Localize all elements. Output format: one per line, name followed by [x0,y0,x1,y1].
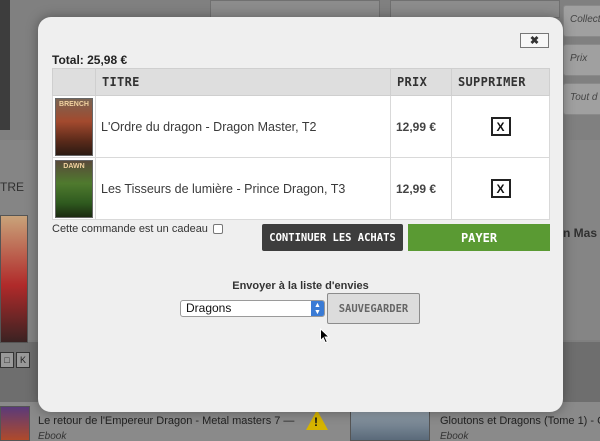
bg-section-word: TRE [0,180,24,194]
cover-cell: BRENCH [52,95,96,158]
cart-modal: ✖ Total: 25,98 € TITRE PRIX SUPPRIMER BR… [38,17,563,412]
item-price: 12,99 € [390,157,452,220]
bg-left-panel [0,0,10,130]
save-wishlist-button[interactable]: SAUVEGARDER [327,293,420,324]
bg-tab-collect[interactable]: Collect [563,5,600,37]
delete-button[interactable]: X [490,117,511,136]
bg-book-title[interactable]: Le retour de l'Empereur Dragon - Metal m… [38,415,294,427]
wishlist-label: Envoyer à la liste d'envies [232,280,369,292]
cart-header-row: TITRE PRIX SUPPRIMER [52,68,550,96]
book-cover[interactable]: DAWN [55,159,93,218]
cover-cell: DAWN [52,157,96,220]
cover-text: BRENCH [59,100,89,108]
gift-label: Cette commande est un cadeau [52,223,208,235]
total-label: Total: [52,53,84,67]
delete-button[interactable]: X [490,179,511,198]
item-title[interactable]: L'Ordre du dragon - Dragon Master, T2 [95,95,391,158]
cart-total: Total: 25,98 € [52,53,127,67]
delete-cell: X [451,95,550,158]
bg-book-cover[interactable] [0,215,28,343]
book-cover[interactable]: BRENCH [55,97,93,156]
continue-shopping-button[interactable]: CONTINUER LES ACHATS [262,224,403,251]
mouse-cursor-icon [320,328,331,344]
pay-button[interactable]: PAYER [408,224,550,251]
bg-top-tile [210,0,380,18]
cover-text: DAWN [63,162,85,170]
bg-book-format: Ebook [440,431,469,441]
bg-tab-prix[interactable]: Prix [563,44,600,76]
delete-column-header: SUPPRIMER [451,68,550,96]
item-title[interactable]: Les Tisseurs de lumière - Prince Dragon,… [95,157,391,220]
total-value: 25,98 € [87,53,128,67]
cart-table: TITRE PRIX SUPPRIMER BRENCH L'Ordre du d… [52,68,550,220]
select-arrows-icon: ▲ ▼ [311,301,324,316]
wishlist-select[interactable]: Dragons ▲ ▼ [180,300,325,317]
bg-tab-tout[interactable]: Tout d [563,83,600,115]
warning-icon: ! [306,410,328,430]
price-column-header: PRIX [390,68,452,96]
close-icon: ✖ [529,35,540,47]
item-price: 12,99 € [390,95,452,158]
gift-option[interactable]: Cette commande est un cadeau [52,223,223,235]
gift-checkbox[interactable] [212,224,223,234]
close-button[interactable]: ✖ [520,33,549,48]
wishlist-selected-value: Dragons [186,301,232,315]
bg-small-button[interactable]: □ [0,352,14,368]
bg-book-format: Ebook [38,431,67,441]
cover-column-header [52,68,96,96]
bg-small-button[interactable]: K [16,352,30,368]
bg-book-cover[interactable] [0,406,30,441]
title-column-header: TITRE [95,68,391,96]
delete-cell: X [451,157,550,220]
table-row: DAWN Les Tisseurs de lumière - Prince Dr… [52,157,550,220]
bg-book-word: n Mas [563,226,598,240]
bg-top-tile [390,0,560,18]
bg-book-title[interactable]: Gloutons et Dragons (Tome 1) - Gl [440,415,600,427]
table-row: BRENCH L'Ordre du dragon - Dragon Master… [52,95,550,158]
